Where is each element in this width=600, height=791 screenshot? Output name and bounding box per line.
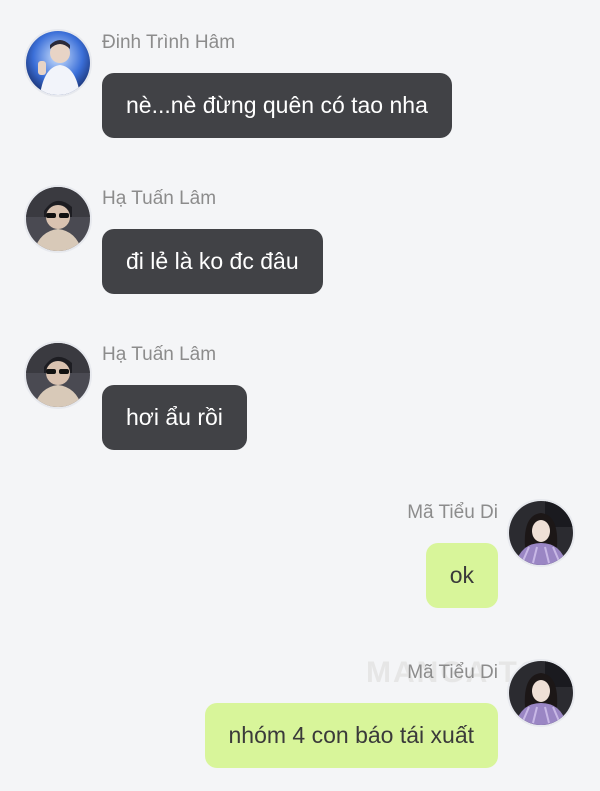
- message-bubble[interactable]: ok: [425, 543, 498, 608]
- sender-name: Hạ Tuấn Lâm: [102, 188, 217, 209]
- avatar-girl-purple-photo-icon: [509, 501, 573, 565]
- avatar[interactable]: [507, 659, 575, 727]
- avatar[interactable]: [24, 341, 92, 409]
- avatar[interactable]: [24, 185, 92, 253]
- sender-name: Mã Tiểu Di: [407, 662, 498, 683]
- sender-name: Mã Tiểu Di: [407, 502, 498, 523]
- avatar[interactable]: [24, 29, 92, 97]
- avatar-blue-stage-photo-icon: [26, 31, 90, 95]
- sender-name: Đinh Trình Hâm: [102, 32, 236, 53]
- avatar-sunglasses-photo-icon: [26, 343, 90, 407]
- message-bubble[interactable]: nè...nè đừng quên có tao nha: [102, 73, 452, 138]
- message-bubble[interactable]: đi lẻ là ko đc đâu: [102, 229, 323, 294]
- message-bubble[interactable]: nhóm 4 con báo tái xuất: [204, 703, 498, 768]
- avatar[interactable]: [507, 499, 575, 567]
- sender-name: Hạ Tuấn Lâm: [102, 344, 217, 365]
- chat-thread: Đinh Trình Hâm nè...nè đừng quên có tao …: [0, 0, 600, 791]
- message-bubble[interactable]: hơi ẩu rồi: [102, 385, 247, 450]
- avatar-sunglasses-photo-icon: [26, 187, 90, 251]
- avatar-girl-purple-photo-icon: [509, 661, 573, 725]
